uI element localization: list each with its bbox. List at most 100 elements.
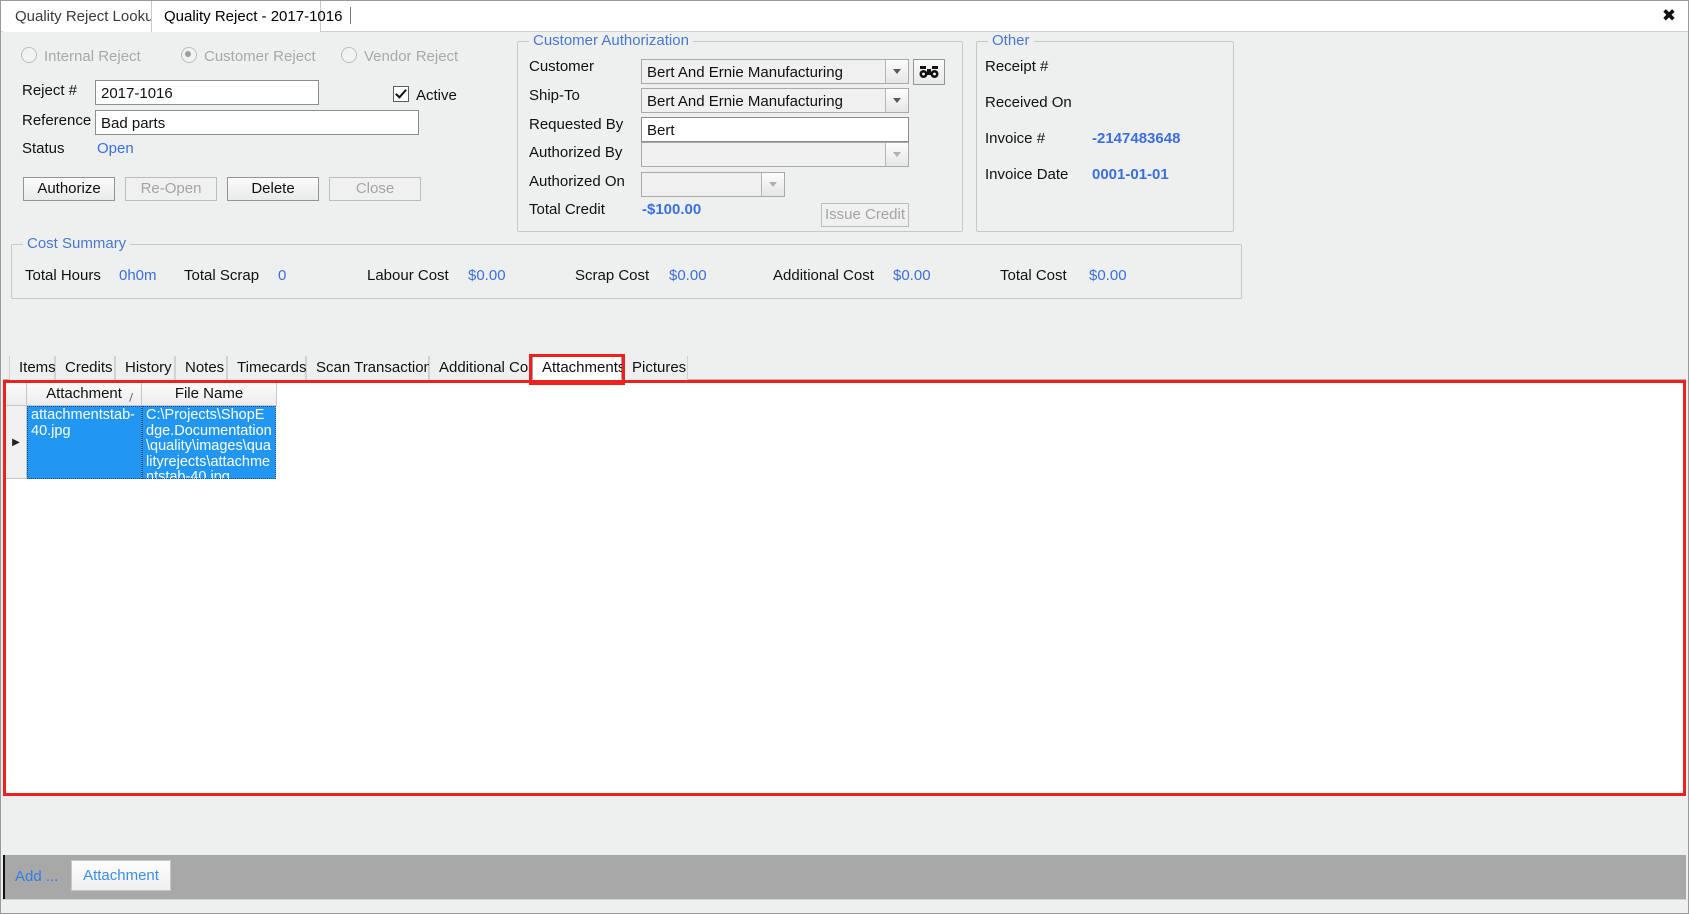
ship-to-combobox[interactable]: Bert And Ernie Manufacturing	[641, 88, 909, 113]
total-credit-label: Total Credit	[529, 201, 605, 218]
requested-by-input[interactable]: Bert	[641, 117, 909, 142]
close-button[interactable]: Close	[329, 177, 421, 201]
row-indicator[interactable]: ▶	[6, 406, 27, 479]
tab-scan-transactions[interactable]: Scan Transactions	[306, 356, 439, 380]
customer-combobox[interactable]: Bert And Ernie Manufacturing	[641, 59, 909, 84]
authorize-button[interactable]: Authorize	[23, 177, 115, 201]
chevron-down-icon[interactable]	[885, 143, 908, 166]
status-label: Status	[22, 140, 65, 157]
radio-label: Internal Reject	[44, 48, 141, 65]
tab-attachments[interactable]: Attachments	[532, 355, 626, 380]
tab-label: Notes	[185, 359, 225, 376]
invoice-number-value: -2147483648	[1092, 130, 1181, 147]
active-checkbox[interactable]: Active	[393, 86, 457, 104]
radio-vendor-reject[interactable]: Vendor Reject	[341, 47, 458, 65]
requested-by-label: Requested By	[529, 116, 624, 133]
cell-file-name[interactable]: C:\Projects\ShopEdge.Documentation\quali…	[142, 406, 276, 479]
chevron-down-icon[interactable]	[761, 173, 784, 196]
attachment-action-bar: Add ... Attachment	[3, 855, 1686, 899]
total-scrap-label: Total Scrap	[184, 267, 260, 284]
receipt-number-label: Receipt #	[985, 58, 1049, 75]
issue-credit-button[interactable]: Issue Credit	[821, 203, 909, 227]
radio-label: Customer Reject	[204, 48, 316, 65]
table-row[interactable]: ▶ attachmentstab-40.jpg C:\Projects\Shop…	[6, 406, 276, 479]
detail-tab-control: Items Credits History Notes Timecards Sc…	[3, 354, 1686, 796]
grid-select-all-header[interactable]	[6, 383, 27, 406]
tab-label: Credits	[65, 359, 113, 376]
tab-label: Timecards	[237, 359, 307, 376]
authorized-by-label: Authorized By	[529, 144, 623, 161]
invoice-number-label: Invoice #	[985, 130, 1046, 147]
tab-label: History	[125, 359, 172, 376]
chevron-down-icon[interactable]	[885, 89, 908, 112]
close-icon[interactable]: ✖	[1656, 4, 1682, 28]
invoice-date-label: Invoice Date	[985, 166, 1069, 183]
authorized-on-datepicker[interactable]	[641, 172, 785, 197]
tab-history[interactable]: History	[115, 356, 175, 380]
checkmark-icon	[393, 86, 409, 102]
column-header-file-name[interactable]: File Name	[142, 383, 277, 406]
column-header-attachment[interactable]: Attachment /	[27, 383, 142, 406]
additional-cost-value: $0.00	[893, 267, 931, 284]
additional-cost-label: Additional Cost	[773, 267, 874, 284]
tab-items[interactable]: Items	[9, 356, 56, 380]
authorized-by-combobox[interactable]	[641, 142, 909, 167]
attachments-grid-header: Attachment / File Name	[6, 383, 277, 406]
reference-input[interactable]: Bad parts	[95, 110, 419, 135]
column-header-label: File Name	[174, 385, 244, 402]
cell-attachment[interactable]: attachmentstab-40.jpg	[27, 406, 142, 479]
binoculars-icon	[919, 66, 939, 78]
cost-summary-title: Cost Summary	[23, 235, 131, 252]
add-attachment-button[interactable]: Attachment	[71, 860, 171, 891]
ship-to-label: Ship-To	[529, 87, 580, 104]
invoice-date-value: 0001-01-01	[1092, 166, 1169, 183]
customer-label: Customer	[529, 58, 595, 75]
tab-label: Additional Cost	[439, 359, 540, 376]
scrap-cost-value: $0.00	[669, 267, 707, 284]
reject-number-input[interactable]: 2017-1016	[95, 80, 319, 105]
tab-timecards[interactable]: Timecards	[227, 356, 306, 380]
total-cost-value: $0.00	[1089, 267, 1127, 284]
radio-internal-reject[interactable]: Internal Reject	[21, 47, 141, 65]
document-tab-quality-reject-2017-1016[interactable]: Quality Reject - 2017-1016	[151, 1, 352, 32]
column-header-label: Attachment	[46, 385, 122, 402]
total-hours-label: Total Hours	[25, 267, 101, 284]
detail-tab-strip: Items Credits History Notes Timecards Sc…	[3, 355, 1686, 380]
tab-label: Items	[19, 359, 56, 376]
tab-credits[interactable]: Credits	[55, 356, 115, 380]
scrap-cost-label: Scrap Cost	[575, 267, 650, 284]
authorized-on-label: Authorized On	[529, 173, 625, 190]
total-cost-label: Total Cost	[1000, 267, 1067, 284]
radio-label: Vendor Reject	[364, 48, 459, 65]
delete-button[interactable]: Delete	[227, 177, 319, 201]
tab-additional-cost[interactable]: Additional Cost	[429, 356, 540, 380]
labour-cost-label: Labour Cost	[367, 267, 449, 284]
customer-authorization-title: Customer Authorization	[529, 32, 693, 49]
chevron-down-icon[interactable]	[885, 60, 908, 83]
other-title: Other	[988, 32, 1034, 49]
radio-circle-icon	[21, 47, 37, 63]
status-value: Open	[97, 140, 134, 157]
document-tab-bar: Quality Reject Lookup Quality Reject - 2…	[1, 1, 1688, 32]
reject-number-label: Reject #	[22, 82, 78, 99]
total-credit-value: -$100.00	[642, 201, 702, 218]
tab-notes[interactable]: Notes	[175, 356, 227, 380]
add-link[interactable]: Add ...	[15, 868, 58, 885]
reopen-button[interactable]: Re-Open	[125, 177, 217, 201]
labour-cost-value: $0.00	[468, 267, 506, 284]
total-hours-value: 0h0m	[119, 267, 157, 284]
tab-pictures[interactable]: Pictures	[622, 356, 688, 380]
attachments-grid-panel: Attachment / File Name ▶ attachmentstab-…	[3, 380, 1686, 796]
status-strip	[2, 899, 1687, 913]
total-scrap-value: 0	[278, 267, 287, 284]
quality-reject-window: Quality Reject Lookup Quality Reject - 2…	[0, 0, 1689, 914]
document-tab-quality-reject-lookup[interactable]: Quality Reject Lookup	[3, 1, 162, 32]
customer-search-button[interactable]	[913, 59, 945, 85]
radio-customer-reject[interactable]: Customer Reject	[181, 47, 316, 65]
document-tab-label: Quality Reject Lookup	[15, 8, 162, 25]
tab-label: Attachments	[542, 359, 626, 376]
radio-circle-icon	[181, 47, 197, 63]
ship-to-combobox-value: Bert And Ernie Manufacturing	[647, 93, 843, 110]
customer-combobox-value: Bert And Ernie Manufacturing	[647, 64, 843, 81]
received-on-label: Received On	[985, 94, 1072, 111]
